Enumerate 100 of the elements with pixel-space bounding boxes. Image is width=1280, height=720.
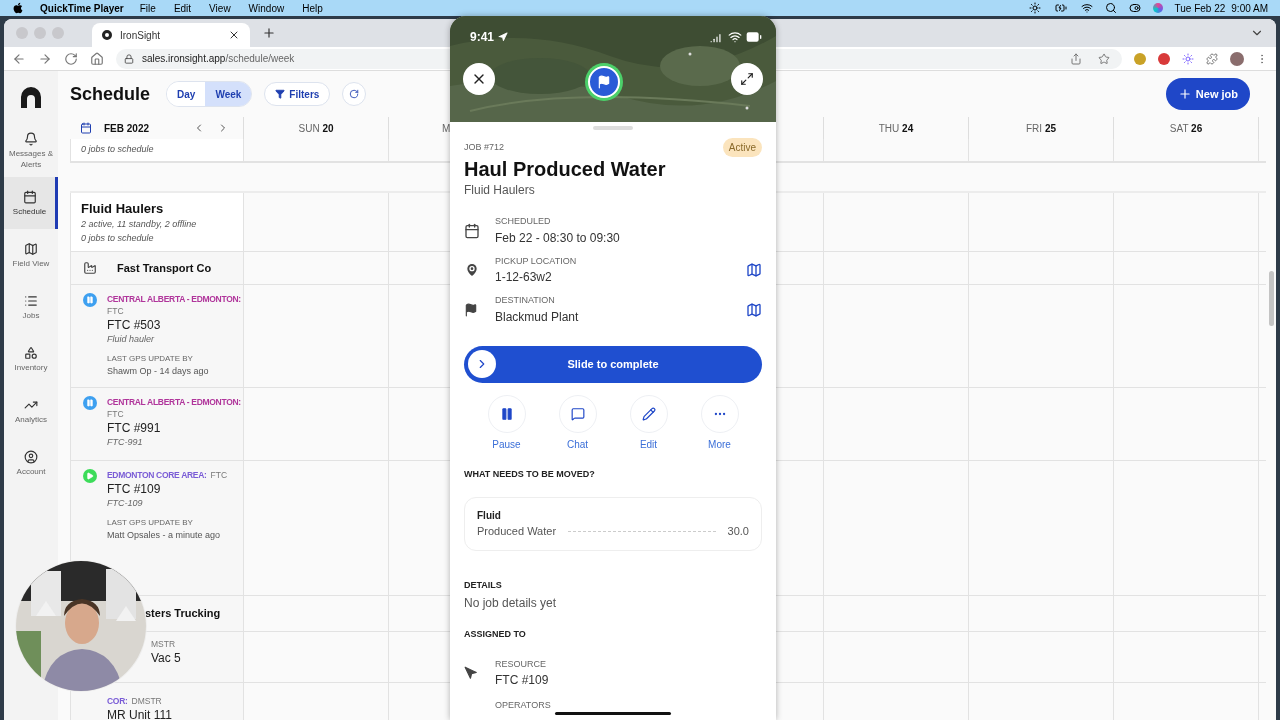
gps-label: LAST GPS UPDATE BY <box>107 352 194 365</box>
menu-item[interactable]: File <box>139 0 156 16</box>
map-icon <box>24 241 38 256</box>
company-name: Fast Transport Co <box>117 260 212 276</box>
battery-icon[interactable] <box>1052 2 1069 14</box>
slide-to-complete[interactable]: Slide to complete <box>464 345 762 383</box>
menu-item[interactable]: View <box>209 0 231 16</box>
detail-value: FTC #109 <box>495 672 549 689</box>
calendar-icon <box>464 222 480 239</box>
region-label: COR: <box>107 695 128 707</box>
user-icon <box>24 449 38 464</box>
job-title: Haul Produced Water <box>464 157 667 181</box>
day-header: FRI 25 <box>1026 121 1056 136</box>
resource-name: Vac 5 <box>151 650 181 666</box>
map-icon[interactable] <box>746 262 762 279</box>
flag-marker-icon <box>588 66 620 98</box>
calendar-icon <box>80 122 92 134</box>
brightness-icon[interactable] <box>1028 2 1041 14</box>
extension-icon[interactable] <box>1158 52 1170 65</box>
detail-value: 1-12-63w2 <box>495 269 553 286</box>
forward-icon[interactable] <box>38 51 52 66</box>
sidebar-item[interactable]: Schedule <box>4 177 58 229</box>
wifi-icon <box>728 30 742 44</box>
drag-handle[interactable] <box>593 126 633 130</box>
sidebar-item[interactable]: Inventory <box>4 333 58 385</box>
cargo-card: Fluid Produced Water 30.0 <box>464 497 762 551</box>
detail-label: OPERATORS <box>495 699 551 712</box>
gps-label: LAST GPS UPDATE BY <box>107 516 194 529</box>
wifi-icon[interactable] <box>1080 2 1093 14</box>
pencil-icon <box>641 406 656 421</box>
detail-value: Feb 22 - 08:30 to 09:30 <box>495 229 621 247</box>
extension-icon[interactable] <box>1182 52 1194 65</box>
company-name: sters Trucking <box>145 606 221 622</box>
scrollbar[interactable] <box>1268 271 1274 326</box>
status-time: 9:41 <box>470 29 495 46</box>
browser-tab[interactable]: IronSight <box>92 23 250 47</box>
sidebar-item[interactable]: Messages & Alerts <box>4 125 58 177</box>
menubar-date: Tue Feb 22 <box>1174 1 1226 16</box>
menu-item[interactable]: Help <box>302 0 323 16</box>
menu-item[interactable]: Window <box>248 0 285 16</box>
search-icon[interactable] <box>1104 2 1117 14</box>
bookmark-icon[interactable] <box>1098 52 1110 65</box>
fleet-label: FTC <box>210 469 228 481</box>
group-summary: 2 active, 11 standby, 2 offline <box>81 218 198 232</box>
view-tab[interactable]: Week <box>205 82 252 106</box>
reload-icon[interactable] <box>64 51 78 66</box>
flag-icon <box>464 302 478 317</box>
toggle-icon[interactable] <box>1128 2 1141 14</box>
gps-update: Matt Opsales - a minute ago <box>107 528 222 542</box>
logo-icon <box>102 30 112 40</box>
bell-icon <box>24 132 38 146</box>
day-header: SUN 20 <box>298 121 334 136</box>
sidebar-item[interactable]: Account <box>4 437 58 489</box>
detail-label: SCHEDULED <box>495 215 552 228</box>
refresh-button[interactable] <box>342 82 367 106</box>
detail-label: DESTINATION <box>495 294 556 307</box>
region-label: CENTRAL ALBERTA - EDMONTON: <box>107 293 241 305</box>
new-tab-icon[interactable] <box>262 26 276 40</box>
fleet-label: FTC <box>107 408 124 420</box>
lock-icon <box>124 53 134 64</box>
resource-subtitle: Fluid hauler <box>107 333 156 346</box>
group-title: Fluid Haulers <box>81 199 165 218</box>
profile-avatar[interactable] <box>1230 51 1244 66</box>
status-badge: Active <box>722 138 762 157</box>
shapes-icon <box>24 345 38 360</box>
share-icon[interactable] <box>1070 52 1082 65</box>
menu-item[interactable]: Edit <box>173 0 192 16</box>
extension-icon[interactable] <box>1134 52 1146 65</box>
calendar-icon <box>22 189 37 204</box>
close-icon[interactable] <box>228 29 240 41</box>
section-heading: DETAILS <box>464 578 503 592</box>
view-tab[interactable]: Day <box>167 82 206 106</box>
region-label: CENTRAL ALBERTA - EDMONTON: <box>107 396 241 408</box>
map-icon[interactable] <box>746 301 762 318</box>
resource-subtitle: FTC-109 <box>107 497 144 510</box>
day-header: THU 24 <box>878 121 914 136</box>
fleet-label: DMSTR <box>131 695 162 707</box>
day-header: SAT 26 <box>1169 121 1203 136</box>
back-icon[interactable] <box>12 51 26 66</box>
filters-button[interactable]: Filters <box>264 82 331 106</box>
resource-name: FTC #109 <box>107 481 162 497</box>
location-icon <box>498 32 509 42</box>
region-label: EDMONTON CORE AREA: <box>107 469 207 481</box>
sidebar-item[interactable]: Field View <box>4 229 58 281</box>
slider-thumb[interactable] <box>468 350 496 378</box>
apple-icon[interactable] <box>12 2 24 14</box>
jobs-count: 0 jobs to schedule <box>81 143 154 157</box>
chat-icon <box>570 406 585 421</box>
logo-icon[interactable] <box>20 86 42 110</box>
resource-name: FTC #503 <box>107 317 162 333</box>
resource-name: FTC #991 <box>107 420 162 436</box>
sidebar-item[interactable]: Analytics <box>4 385 58 437</box>
assistant-icon[interactable] <box>1152 3 1163 13</box>
new-job-button[interactable]: New job <box>1165 78 1250 110</box>
app-menu[interactable]: QuickTime Player <box>40 0 124 16</box>
battery-icon <box>746 29 762 45</box>
home-icon[interactable] <box>90 51 104 66</box>
extensions-icon[interactable] <box>1206 52 1218 65</box>
detail-label: PICKUP LOCATION <box>495 254 578 268</box>
sidebar-item[interactable]: Jobs <box>4 281 58 333</box>
